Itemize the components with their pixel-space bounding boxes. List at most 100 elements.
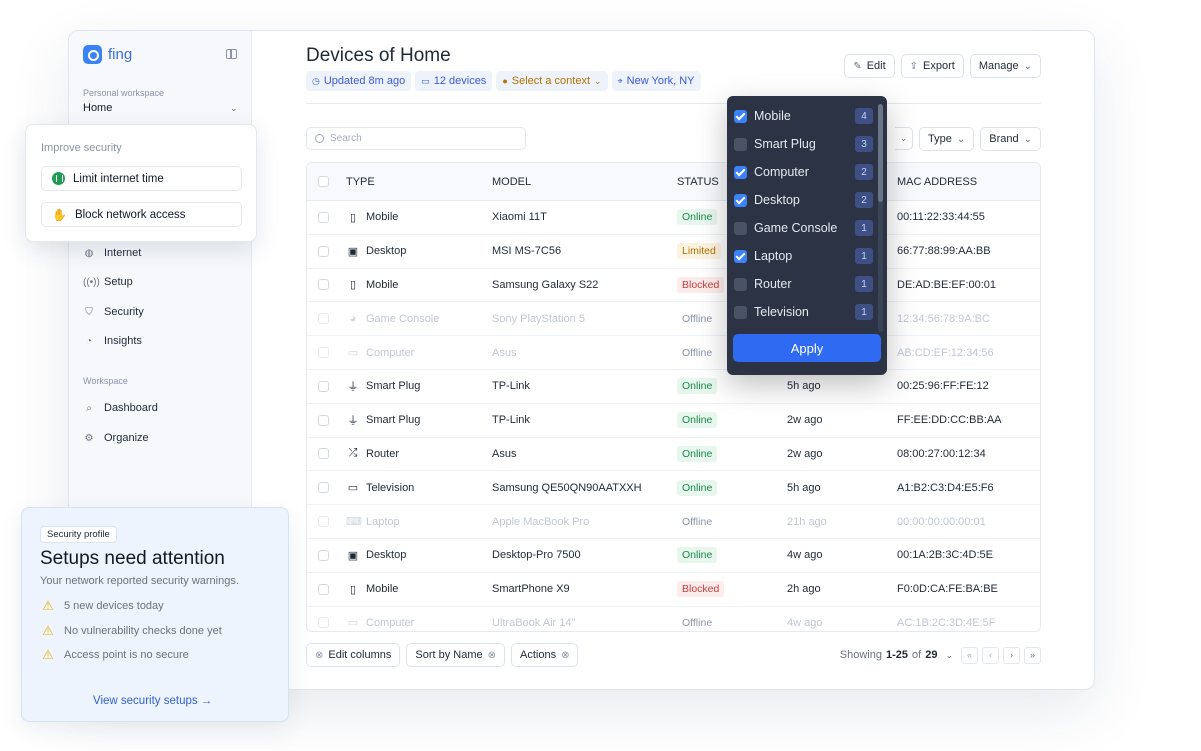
type-filter-button[interactable]: Type ⌄: [919, 127, 975, 151]
option-count: 4: [855, 108, 873, 124]
type-option-television[interactable]: Television 1: [734, 300, 873, 324]
device-count-chip[interactable]: ▭ 12 devices: [415, 71, 493, 91]
sidebar-item-dashboard[interactable]: ⌕ Dashboard: [83, 398, 158, 418]
mac-address: FF:EE:DD:CC:BB:AA: [897, 414, 1002, 427]
row-checkbox[interactable]: [318, 414, 329, 426]
last-page-icon[interactable]: »: [1024, 646, 1041, 664]
edit-button[interactable]: ✎ Edit: [844, 54, 895, 78]
close-icon[interactable]: ⊗: [315, 650, 323, 661]
app-logo[interactable]: fing: [83, 45, 132, 64]
table-row[interactable]: ▯ Mobile SmartPhone X9 Blocked 2h ago F0:0D:C…: [307, 573, 1040, 607]
block-network-button[interactable]: ✋ Block network access: [41, 202, 242, 227]
row-checkbox[interactable]: [318, 482, 329, 494]
next-page-icon[interactable]: ›: [1003, 646, 1020, 664]
table-row[interactable]: ▭ Computer Asus Offline AB:CD:EF:12:34:56: [307, 336, 1040, 370]
export-button[interactable]: ⇪ Export: [900, 54, 964, 78]
sidebar-item-setup[interactable]: ((•)) Setup: [83, 272, 133, 292]
table-row[interactable]: ◕ Game Console Sony PlayStation 5 Offline 12…: [307, 302, 1040, 337]
device-model: TP-Link: [492, 414, 530, 427]
column-header-mac[interactable]: MAC ADDRESS: [897, 176, 1037, 188]
updated-chip[interactable]: ◷ Updated 8m ago: [306, 71, 412, 91]
laptop-icon: ⌨: [346, 516, 362, 529]
row-checkbox[interactable]: [318, 245, 329, 257]
row-checkbox[interactable]: [318, 617, 329, 629]
table-row[interactable]: ▭ Computer UltraBook Air 14" Offline 4w ago A…: [307, 607, 1040, 631]
view-security-setups-link[interactable]: View security setups →: [93, 695, 212, 707]
column-header-type[interactable]: TYPE: [346, 176, 492, 188]
sidebar-item-label: Organize: [104, 432, 149, 444]
warning-text: No vulnerability checks done yet: [64, 625, 222, 637]
chevron-down-icon: ⌄: [594, 75, 602, 86]
search-box[interactable]: [306, 127, 526, 150]
row-checkbox[interactable]: [318, 380, 329, 392]
table-row[interactable]: ▯ Mobile Samsung Galaxy S22 Blocked DE:AD:BE…: [307, 269, 1040, 303]
row-checkbox[interactable]: [318, 313, 329, 325]
dropdown-scrollbar[interactable]: [878, 104, 883, 332]
type-option-mobile[interactable]: Mobile 4: [734, 104, 873, 128]
mac-address: 08:00:27:00:12:34: [897, 447, 986, 460]
table-row[interactable]: ⌨ Laptop Apple MacBook Pro Offline 21h ago 00…: [307, 505, 1040, 539]
column-header-model[interactable]: MODEL: [492, 176, 677, 188]
table-row[interactable]: ⤮ Router Asus Online 2w ago 08:00:27:00:12:34: [307, 438, 1040, 472]
type-option-computer[interactable]: Computer 2: [734, 160, 873, 184]
location-chip[interactable]: ⌖ New York, NY: [611, 71, 701, 91]
option-checkbox[interactable]: [734, 137, 747, 151]
sidebar-item-insights[interactable]: ◔ Insights: [83, 331, 142, 351]
select-all-checkbox[interactable]: [318, 176, 329, 187]
row-checkbox[interactable]: [318, 279, 329, 291]
row-checkbox[interactable]: [318, 516, 329, 528]
option-checkbox[interactable]: [734, 277, 747, 291]
filter-chevron-down-icon[interactable]: ⌄: [895, 127, 913, 150]
type-option-laptop[interactable]: Laptop 1: [734, 244, 873, 268]
type-option-smart-plug[interactable]: Smart Plug 3: [734, 132, 873, 156]
security-card-title: Setups need attention: [40, 548, 225, 569]
close-icon[interactable]: ⊗: [488, 650, 496, 661]
status-badge: Online: [677, 547, 718, 564]
row-checkbox[interactable]: [318, 448, 329, 460]
limit-internet-button[interactable]: Limit internet time: [41, 166, 242, 191]
row-checkbox[interactable]: [318, 347, 329, 359]
device-type: Mobile: [366, 278, 399, 291]
sidebar-collapse-icon[interactable]: [226, 49, 237, 59]
option-count: 1: [855, 248, 873, 264]
option-checkbox[interactable]: [734, 305, 747, 319]
close-icon[interactable]: ⊗: [561, 650, 569, 661]
row-checkbox[interactable]: [318, 583, 329, 595]
apply-button[interactable]: Apply: [733, 334, 881, 362]
option-checkbox[interactable]: [734, 249, 747, 263]
edit-columns-button[interactable]: ⊗ Edit columns: [306, 643, 401, 667]
sidebar-item-internet[interactable]: ◍ Internet: [83, 243, 142, 263]
option-checkbox[interactable]: [734, 165, 747, 179]
option-checkbox[interactable]: [734, 221, 747, 235]
workspace-selector[interactable]: Home: [83, 102, 112, 114]
type-option-router[interactable]: Router 1: [734, 272, 873, 296]
limit-label: Limit internet time: [73, 172, 164, 185]
first-page-icon[interactable]: «: [961, 646, 978, 664]
prev-page-icon[interactable]: ‹: [982, 646, 999, 664]
search-input[interactable]: [330, 133, 500, 144]
table-row[interactable]: ▭ Television Samsung QE50QN90AATXXH Online 5…: [307, 471, 1040, 506]
brand-filter-button[interactable]: Brand ⌄: [980, 127, 1041, 151]
type-option-game-console[interactable]: Game Console 1: [734, 216, 873, 240]
context-select-chip[interactable]: ● Select a context ⌄: [496, 71, 608, 91]
sidebar-item-organize[interactable]: ⚙ Organize: [83, 428, 149, 448]
chevron-down-icon[interactable]: ⌄: [945, 650, 953, 661]
actions-button[interactable]: Actions ⊗: [511, 643, 579, 667]
option-checkbox[interactable]: [734, 193, 747, 207]
device-model: Samsung Galaxy S22: [492, 278, 599, 291]
sort-button[interactable]: Sort by Name ⊗: [406, 643, 506, 667]
type-option-desktop[interactable]: Desktop 2: [734, 188, 873, 212]
chevron-down-icon[interactable]: ⌄: [230, 103, 238, 114]
scrollbar-thumb[interactable]: [878, 104, 883, 202]
export-label: Export: [923, 60, 955, 72]
row-checkbox[interactable]: [318, 549, 329, 561]
sidebar-item-security[interactable]: ⛉ Security: [83, 302, 144, 322]
manage-button[interactable]: Manage ⌄: [969, 54, 1041, 78]
table-row[interactable]: ▣ Desktop MSI MS-7C56 Limited 66:77:88:99:AA…: [307, 235, 1040, 269]
table-row[interactable]: ▣ Desktop Desktop-Pro 7500 Online 4w ago 00:1…: [307, 539, 1040, 573]
option-checkbox[interactable]: [734, 109, 747, 123]
table-row[interactable]: ▯ Mobile Xiaomi 11T Online 00:11:22:33:44:55: [307, 201, 1040, 235]
row-checkbox[interactable]: [318, 211, 329, 223]
table-row[interactable]: ⏚ Smart Plug TP-Link Online 5h ago 00:25:96:F…: [307, 370, 1040, 404]
table-row[interactable]: ⏚ Smart Plug TP-Link Online 2w ago FF:EE:DD:C…: [307, 404, 1040, 438]
